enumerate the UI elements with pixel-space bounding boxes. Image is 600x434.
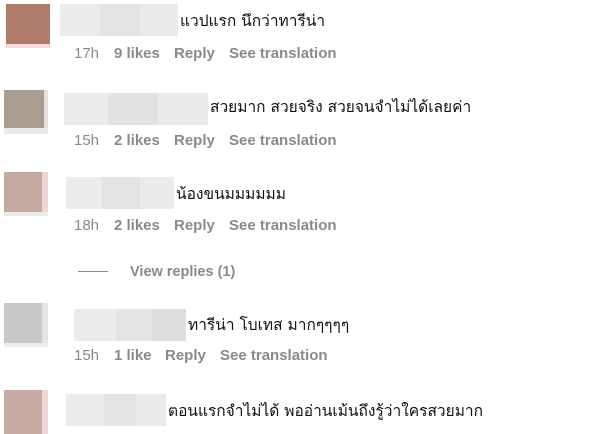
see-translation-link[interactable]: See translation [229,132,337,150]
reply-button[interactable]: Reply [165,347,206,365]
likes-count[interactable]: 9 likes [114,45,160,63]
view-replies-label[interactable]: View replies (1) [130,263,235,281]
avatar[interactable] [4,390,48,434]
likes-count[interactable]: 2 likes [114,217,160,235]
reply-button[interactable]: Reply [174,132,215,150]
avatar[interactable] [4,172,48,216]
see-translation-link[interactable]: See translation [229,217,337,235]
avatar[interactable] [4,303,48,347]
comment-text: น้องขนมมมมมม [176,185,286,203]
comment-time: 18h [74,217,100,234]
comment-text: แวปแรก นึกว่าทารีน่า [180,12,326,30]
reply-button[interactable]: Reply [174,45,215,63]
username-redacted[interactable] [66,394,166,426]
comment-text: ทารีน่า โบเทส มากๆๆๆๆ [188,316,350,334]
likes-count[interactable]: 2 likes [114,132,160,150]
username-redacted[interactable] [64,93,208,125]
username-redacted[interactable] [60,4,178,36]
comment-text: สวยมาก สวยจริง สวยจนจำไม่ได้เลยค่า [210,98,472,116]
see-translation-link[interactable]: See translation [220,347,328,365]
username-redacted[interactable] [66,177,174,209]
comment-time: 15h [74,347,100,364]
view-replies-divider [78,271,108,272]
reply-button[interactable]: Reply [174,217,215,235]
username-redacted[interactable] [74,309,186,341]
likes-count[interactable]: 1 like [114,347,152,365]
avatar[interactable] [6,4,50,48]
see-translation-link[interactable]: See translation [229,45,337,63]
avatar[interactable] [4,90,48,134]
comment-text: ตอนแรกจำไม่ได้ พออ่านเม้นถึงรู้ว่าใครสวย… [168,402,484,420]
comment-time: 17h [74,45,100,62]
comment-time: 15h [74,132,100,149]
